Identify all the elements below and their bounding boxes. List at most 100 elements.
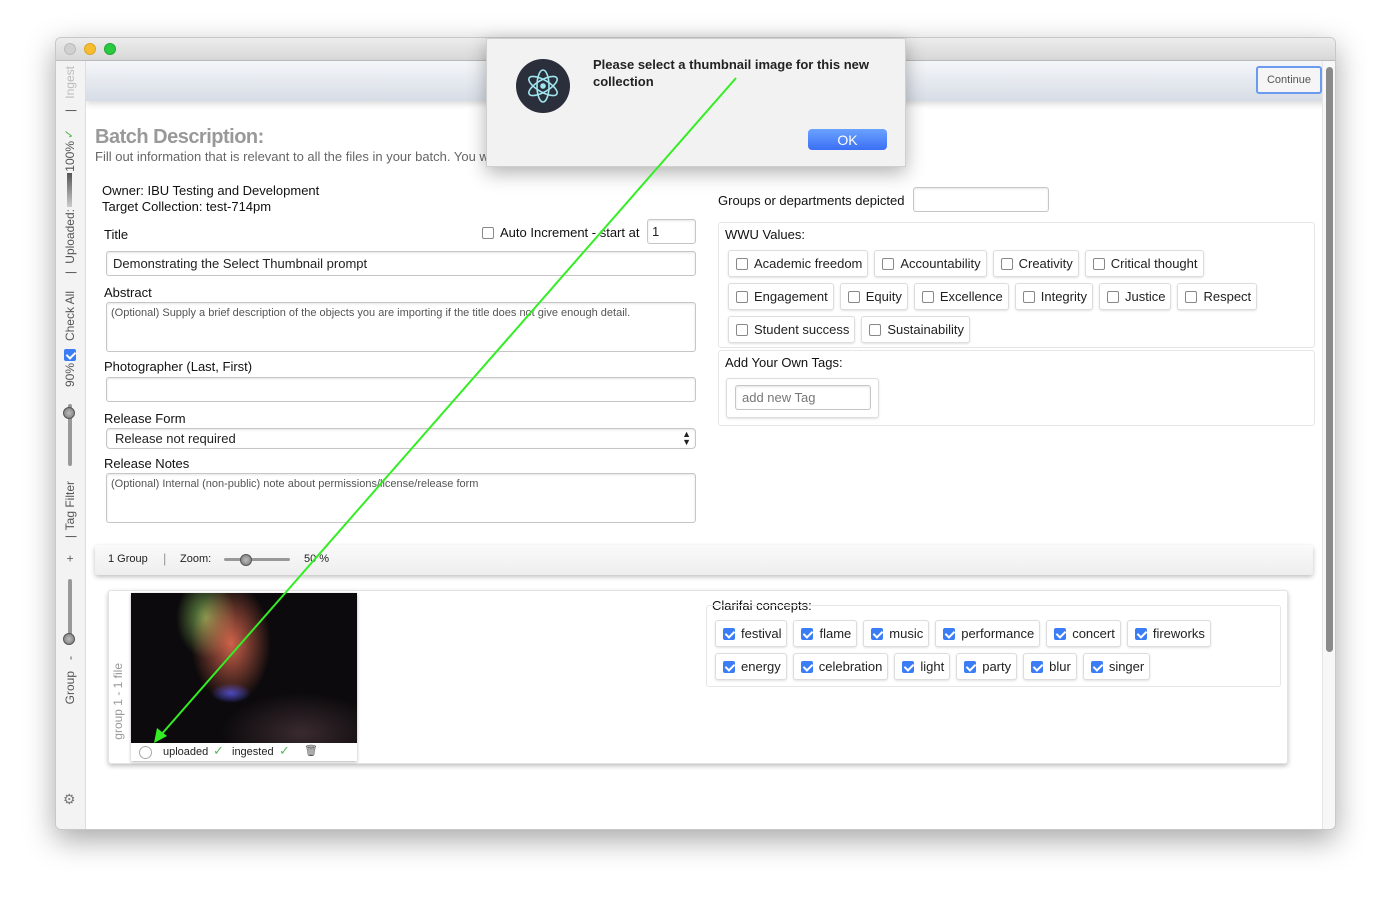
checkbox[interactable] (723, 661, 735, 673)
chip-label: Student success (754, 322, 850, 337)
zoom-button[interactable] (104, 43, 116, 55)
checkbox[interactable] (882, 258, 895, 270)
check-all-checkbox[interactable] (64, 349, 76, 361)
checkbox[interactable] (723, 628, 735, 640)
chip-label: Accountability (900, 256, 981, 271)
uploaded-label: Uploaded: (63, 209, 77, 264)
gear-icon[interactable]: ⚙ (63, 791, 76, 808)
tag-chip[interactable]: blur (1023, 653, 1077, 680)
select-thumbnail-radio[interactable] (139, 746, 152, 759)
chip-label: performance (961, 626, 1035, 641)
checkbox[interactable] (1000, 258, 1013, 270)
group-slider-knob[interactable] (63, 633, 75, 645)
chip-label: Respect (1203, 289, 1252, 304)
auto-increment-checkbox[interactable] (482, 227, 494, 239)
checkbox[interactable] (1022, 291, 1035, 303)
ingested-status: ingested (232, 746, 274, 758)
release-notes-textarea[interactable]: (Optional) Internal (non-public) note ab… (106, 473, 696, 523)
checkbox[interactable] (1092, 258, 1105, 270)
tag-chip[interactable]: party (956, 653, 1018, 680)
checkbox[interactable] (869, 324, 882, 336)
check-icon: ✓ (213, 743, 224, 758)
tag-chip[interactable]: celebration (792, 653, 889, 680)
tag-chip[interactable]: Integrity (1014, 283, 1093, 310)
page-subtitle: Fill out information that is relevant to… (95, 149, 489, 164)
tag-chip[interactable]: light (894, 653, 951, 680)
tag-chip[interactable]: Equity (839, 283, 908, 310)
tag-chip[interactable]: Student success (728, 316, 856, 343)
chip-label: Justice (1125, 289, 1166, 304)
continue-button[interactable]: Continue (1256, 66, 1322, 94)
checkbox[interactable] (902, 661, 915, 673)
checkbox[interactable] (736, 291, 748, 303)
tag-chip[interactable]: Respect (1177, 283, 1258, 310)
checkbox[interactable] (1185, 291, 1198, 303)
checkbox[interactable] (943, 628, 956, 640)
page-title: Batch Description: (95, 126, 264, 148)
tag-chip[interactable]: Critical thought (1084, 250, 1204, 277)
photographer-input[interactable] (106, 377, 696, 402)
title-input[interactable]: Demonstrating the Select Thumbnail promp… (106, 251, 696, 276)
checkbox[interactable] (1031, 661, 1044, 673)
tag-chip[interactable]: Justice (1099, 283, 1172, 310)
checkbox[interactable] (847, 291, 860, 303)
checkbox[interactable] (921, 291, 934, 303)
start-at-input[interactable]: 1 (647, 219, 696, 244)
group-minus[interactable]: - (63, 656, 77, 660)
checkbox[interactable] (1107, 291, 1119, 303)
tag-chip[interactable]: Creativity (992, 250, 1079, 277)
checkbox[interactable] (1054, 628, 1067, 640)
tag-chip[interactable]: music (863, 620, 930, 647)
chip-label: fireworks (1152, 626, 1205, 641)
zoom-slider-knob[interactable] (240, 554, 252, 566)
tag-filter-label[interactable]: Tag Filter (63, 481, 77, 530)
ok-button[interactable]: OK (808, 129, 887, 150)
groups-input[interactable] (913, 187, 1049, 212)
check-percent: 90% (63, 363, 77, 388)
checkbox[interactable] (1090, 661, 1103, 673)
tag-chip[interactable]: Academic freedom (728, 250, 869, 277)
checkbox[interactable] (736, 324, 748, 336)
upload-progress-bar (67, 173, 72, 207)
file-card[interactable]: uploaded ✓ ingested ✓ 🗑 (131, 593, 357, 761)
tag-chip[interactable]: festival (715, 620, 788, 647)
minimize-button[interactable] (84, 43, 96, 55)
trash-icon[interactable]: 🗑 (304, 744, 318, 757)
check-all-label: Check All (63, 291, 77, 342)
auto-increment-label: Auto Increment - start at (500, 225, 640, 240)
checkbox[interactable] (1134, 628, 1147, 640)
tag-chip[interactable]: concert (1046, 620, 1121, 647)
chip-label: energy (741, 659, 781, 674)
tag-chip[interactable]: flame (793, 620, 858, 647)
tag-chip[interactable]: singer (1082, 653, 1151, 680)
tag-chip[interactable]: energy (715, 653, 787, 680)
close-button[interactable] (64, 43, 76, 55)
add-tag-input[interactable]: add new Tag (735, 385, 871, 410)
abstract-textarea[interactable]: (Optional) Supply a brief description of… (106, 302, 696, 352)
wwu-values-label: WWU Values: (725, 227, 805, 242)
zoom-label: Zoom: (180, 553, 212, 565)
zoom-slider[interactable] (224, 558, 290, 561)
release-form-select[interactable]: Release not required ▲ ▼ (106, 428, 696, 449)
alert-dialog: Please select a thumbnail image for this… (486, 38, 906, 167)
thumbnail-image[interactable] (131, 593, 357, 743)
scrollbar-thumb[interactable] (1326, 67, 1333, 652)
group-count: 1 Group (108, 553, 148, 565)
tag-chip[interactable]: fireworks (1126, 620, 1211, 647)
chip-label: party (982, 659, 1012, 674)
checkbox[interactable] (801, 628, 814, 640)
tag-chip[interactable]: performance (935, 620, 1041, 647)
tag-chip[interactable]: Sustainability (861, 316, 970, 343)
checkbox[interactable] (800, 661, 813, 673)
tag-chip[interactable]: Engagement (728, 283, 834, 310)
checkbox[interactable] (964, 661, 977, 673)
group-slider[interactable] (68, 579, 72, 641)
group-label: Group (63, 671, 77, 705)
check-slider-knob[interactable] (63, 407, 75, 419)
checkbox[interactable] (736, 258, 748, 270)
group-plus[interactable]: + (63, 555, 77, 562)
checkbox[interactable] (871, 628, 884, 640)
tag-chip[interactable]: Accountability (874, 250, 987, 277)
scrollbar[interactable] (1322, 61, 1335, 829)
tag-chip[interactable]: Excellence (913, 283, 1009, 310)
